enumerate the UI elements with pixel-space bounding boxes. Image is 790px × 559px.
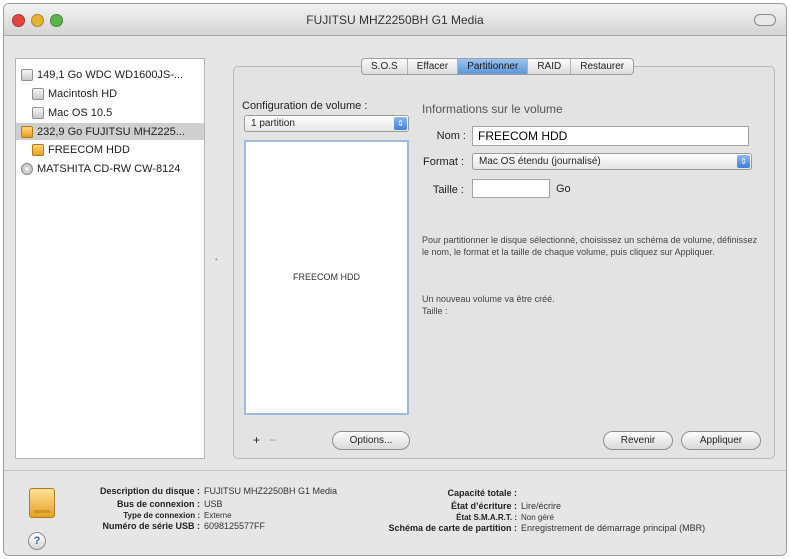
write-status-value: Lire/écrire [521,501,562,511]
title-bar: FUJITSU MHZ2250BH G1 Media [4,4,786,36]
serial-label: Numéro de série USB : [102,521,200,531]
apply-button[interactable]: Appliquer [681,431,761,450]
volume-layout-view[interactable]: FREECOM HDD [244,140,409,415]
bus-row: Bus de connexion : USB [59,499,223,510]
tab-partition[interactable]: Partitionner [458,59,529,74]
split-view-handle[interactable]: • [215,255,218,264]
sidebar-item-cd-drive[interactable]: MATSHITA CD-RW CW-8124 [21,160,180,177]
tab-bar: S.O.S Effacer Partitionner RAID Restaure… [361,58,635,75]
write-status-label: État d’écriture : [450,501,517,511]
sidebar-item-macintosh-hd[interactable]: Macintosh HD [32,85,117,102]
partition-map-label: Schéma de carte de partition : [388,523,517,533]
options-button[interactable]: Options... [332,431,410,450]
size-label: Taille : [432,184,464,196]
sidebar-item-label: Mac OS 10.5 [48,106,113,119]
popup-arrows-icon: ⇕ [394,117,407,130]
volume-icon [32,87,44,100]
smart-label: État S.M.A.R.T. : [456,513,517,522]
volume-size-field[interactable] [472,179,550,198]
sidebar-item-disk-wdc[interactable]: 149,1 Go WDC WD1600JS-... [21,66,183,83]
smart-status-row: État S.M.A.R.T. : Non géré [359,512,554,523]
disk-info-bar: ? Description du disque : FUJITSU MHZ2250… [4,470,786,555]
external-volume-icon [32,143,44,156]
tab-restore[interactable]: Restaurer [571,59,633,74]
remove-partition-button[interactable]: − [266,434,279,447]
sidebar-item-label: 149,1 Go WDC WD1600JS-... [37,68,184,81]
bus-value: USB [204,499,223,509]
description-value: FUJITSU MHZ2250BH G1 Media [204,486,338,496]
volume-scheme-value: 1 partition [251,118,295,129]
tab-erase[interactable]: Effacer [408,59,459,74]
disk-list-sidebar: 149,1 Go WDC WD1600JS-... Macintosh HD M… [15,58,205,459]
volume-icon [32,106,44,119]
connection-type-row: Type de connexion : Externe [59,510,232,521]
layout-volume-name: FREECOM HDD [293,272,360,282]
name-label: Nom : [436,130,466,142]
new-volume-message: Un nouveau volume va être créé. [422,294,555,304]
sidebar-item-label: MATSHITA CD-RW CW-8124 [37,162,181,175]
volume-scheme-label: Configuration de volume : [242,100,368,112]
tab-first-aid[interactable]: S.O.S [362,59,408,74]
format-value: Mac OS étendu (journalisé) [479,156,601,167]
connection-type-label: Type de connexion : [123,511,200,520]
revert-button[interactable]: Revenir [603,431,673,450]
sidebar-item-mac-os-10-5[interactable]: Mac OS 10.5 [32,104,112,121]
add-partition-button[interactable]: + [250,434,263,447]
disk-utility-window: FUJITSU MHZ2250BH G1 Media 149,1 Go WDC … [3,3,787,556]
serial-value: 6098125577FF [204,521,266,531]
help-button[interactable]: ? [28,532,46,550]
capacity-row: Capacité totale : [359,488,521,499]
sidebar-item-label: FREECOM HDD [48,143,130,156]
volume-name-field[interactable] [472,126,749,146]
window-title: FUJITSU MHZ2250BH G1 Media [306,13,484,27]
new-volume-size: Taille : [422,306,448,316]
format-label: Format : [423,156,464,168]
serial-row: Numéro de série USB : 6098125577FF [59,521,265,532]
optical-drive-icon [21,162,33,175]
external-disk-icon [21,125,33,138]
partition-map-value: Enregistrement de démarrage principal (M… [521,523,706,533]
popup-arrows-icon: ⇕ [737,155,750,168]
external-disk-icon [29,488,55,518]
description-row: Description du disque : FUJITSU MHZ2250BH… [59,486,337,497]
partition-instructions: Pour partitionner le disque sélectionné,… [422,235,758,257]
toolbar-toggle-button[interactable] [754,14,776,26]
connection-type-value: Externe [204,511,232,520]
sidebar-item-label: Macintosh HD [48,87,118,100]
tab-raid[interactable]: RAID [528,59,572,74]
smart-value: Non géré [521,513,554,522]
hard-disk-icon [21,68,33,81]
size-unit: Go [556,183,571,195]
format-popup[interactable]: Mac OS étendu (journalisé) ⇕ [472,153,752,170]
partition-map-row: Schéma de carte de partition : Enregistre… [359,523,705,534]
volume-scheme-popup[interactable]: 1 partition ⇕ [244,115,409,132]
write-status-row: État d’écriture : Lire/écrire [359,501,561,512]
capacity-label: Capacité totale : [447,488,517,498]
sidebar-item-label: 232,9 Go FUJITSU MHZ225... [37,125,185,138]
volume-info-heading: Informations sur le volume [422,102,563,116]
bus-label: Bus de connexion : [116,499,200,509]
sidebar-item-disk-fujitsu[interactable]: 232,9 Go FUJITSU MHZ225... [16,123,204,140]
description-label: Description du disque : [99,486,200,496]
sidebar-item-freecom-hdd[interactable]: FREECOM HDD [32,141,130,158]
